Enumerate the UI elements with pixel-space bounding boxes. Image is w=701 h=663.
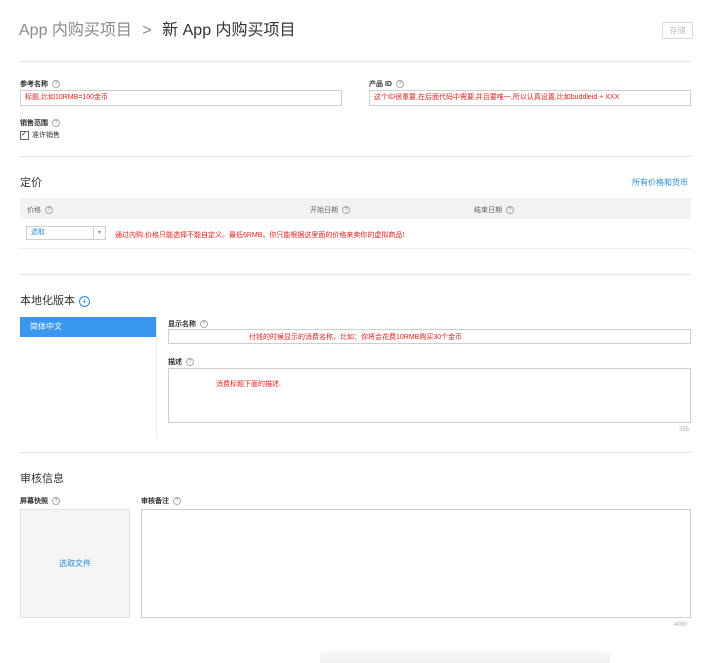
- localization-title: 本地化版本 +: [20, 292, 90, 308]
- product-id-label: 产品 ID?: [369, 79, 404, 89]
- add-locale-icon[interactable]: +: [79, 295, 90, 307]
- breadcrumb: App 内购买项目 > 新 App 内购买项目: [19, 16, 296, 40]
- allow-sale-checkbox-row[interactable]: 准许销售: [20, 130, 60, 140]
- review-title: 审核信息: [20, 473, 64, 485]
- divider: [19, 248, 691, 249]
- screenshot-label: 屏幕快照?: [20, 496, 60, 506]
- product-id-input[interactable]: 这个ID很重要,在后面代码中需要,并且要唯一,所以认真设置,比如buddleid…: [369, 90, 691, 106]
- help-icon[interactable]: ?: [45, 206, 53, 215]
- help-icon[interactable]: ?: [200, 320, 208, 329]
- column-header-start-date: 开始日期?: [310, 205, 350, 215]
- chevron-down-icon: ▾: [93, 227, 105, 239]
- divider: [19, 61, 691, 62]
- help-icon[interactable]: ?: [506, 206, 514, 215]
- pricing-title: 定价: [20, 177, 42, 189]
- column-header-price: 价格?: [27, 205, 53, 215]
- display-name-label: 显示名称?: [168, 319, 208, 329]
- divider: [19, 274, 691, 275]
- bottom-edge-shadow: [320, 650, 610, 663]
- help-icon[interactable]: ?: [173, 497, 181, 506]
- help-icon[interactable]: ?: [52, 80, 60, 89]
- review-notes-char-count: 4000: [674, 622, 688, 628]
- help-icon[interactable]: ?: [52, 497, 60, 506]
- help-icon[interactable]: ?: [186, 358, 194, 367]
- price-tier-select[interactable]: 选取 ▾: [26, 226, 106, 240]
- description-note: 消费标题下面的描述.: [216, 381, 281, 388]
- chevron-right-icon: >: [142, 22, 152, 39]
- divider: [19, 452, 691, 453]
- breadcrumb-parent-link[interactable]: App 内购买项目: [19, 22, 132, 39]
- sale-range-label: 销售范围?: [20, 118, 60, 128]
- review-notes-label: 审核备注?: [141, 496, 181, 506]
- allow-sale-checkbox[interactable]: [20, 130, 29, 140]
- description-textarea[interactable]: [168, 368, 691, 423]
- price-select-value: 选取: [31, 229, 45, 236]
- ref-name-input[interactable]: 标题,比如10RMB=100金币: [20, 90, 342, 106]
- divider: [156, 317, 157, 439]
- pricing-table-header: [20, 198, 691, 219]
- column-header-end-date: 结束日期?: [474, 205, 514, 215]
- screenshot-dropzone[interactable]: 选取文件: [20, 509, 130, 618]
- pricing-note: 通过内购,价格只能选择不能自定义。最低6RMB。你只能根据这里面的价格来卖你的虚…: [115, 232, 405, 239]
- help-icon[interactable]: ?: [395, 80, 404, 89]
- page-title: 新 App 内购买项目: [162, 22, 296, 39]
- allow-sale-label: 准许销售: [32, 132, 60, 139]
- help-icon[interactable]: ?: [342, 206, 350, 215]
- ref-name-label: 参考名称?: [20, 79, 60, 89]
- description-char-count: 255: [679, 427, 690, 433]
- help-icon[interactable]: ?: [52, 119, 60, 128]
- locale-item-zh-hans[interactable]: 简体中文: [20, 317, 156, 337]
- choose-file-link[interactable]: 选取文件: [59, 558, 91, 569]
- save-button[interactable]: 存储: [662, 22, 693, 39]
- description-label: 描述?: [168, 357, 194, 367]
- divider: [19, 156, 691, 157]
- review-notes-textarea[interactable]: [141, 509, 691, 618]
- display-name-note: 付钱的时候显示的消费名称，比如：你将会花费10RMB购买30个金币: [249, 334, 463, 341]
- all-prices-link[interactable]: 所有价格和货币: [632, 177, 688, 188]
